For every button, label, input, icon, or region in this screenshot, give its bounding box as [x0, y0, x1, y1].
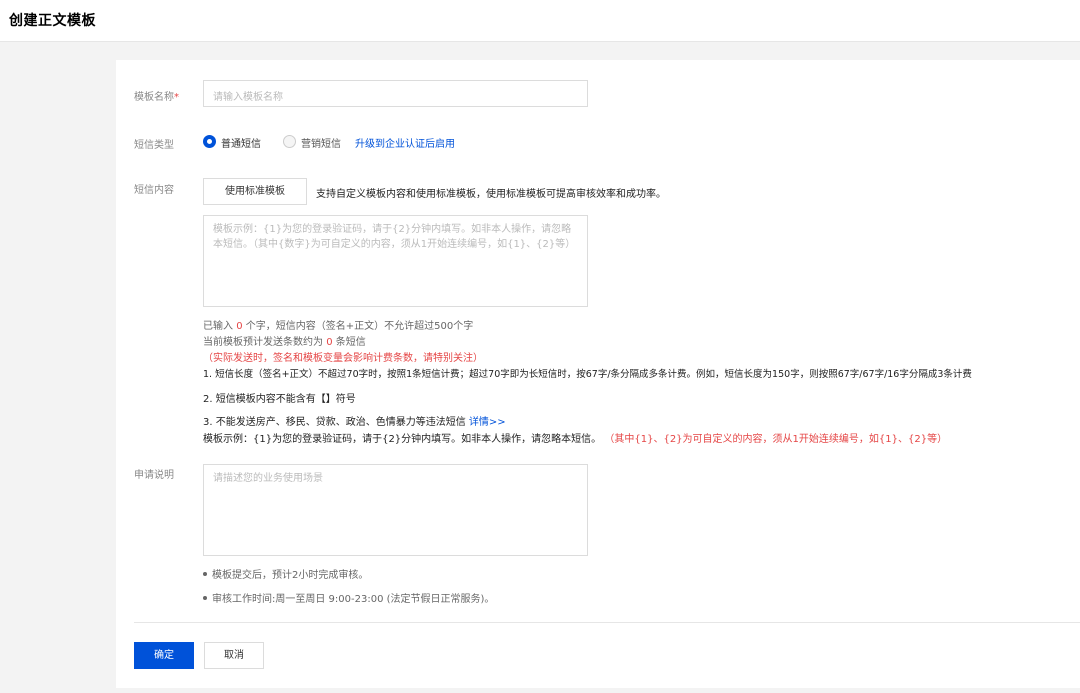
use-standard-template-button[interactable]: 使用标准模板	[203, 178, 307, 205]
cancel-button[interactable]: 取消	[204, 642, 264, 669]
confirm-button[interactable]: 确定	[134, 642, 194, 669]
bullet-dot	[203, 596, 207, 600]
sms-content-placeholder: 模板示例：{1}为您的登录验证码，请于{2}分钟内填写。如非本人操作，请忽略本短…	[213, 224, 576, 250]
radio-normal-sms-label[interactable]: 普通短信	[221, 135, 261, 150]
template-name-label: 模板名称*	[134, 92, 179, 103]
required-mark: *	[174, 92, 179, 103]
page-header: 创建正文模板	[0, 0, 1080, 42]
details-link[interactable]: 详情>>	[469, 417, 506, 428]
template-example-note: （其中{1}、{2}为可自定义的内容，须从1开始连续编号，如{1}、{2}等）	[604, 434, 948, 445]
billing-note: （实际发送时，签名和模板变量会影响计费条数，请特别关注）	[203, 353, 483, 364]
radio-marketing-sms-label[interactable]: 营销短信	[301, 135, 341, 150]
divider	[134, 622, 1080, 623]
sms-content-label: 短信内容	[134, 185, 174, 196]
standard-template-hint: 支持自定义模板内容和使用标准模板，使用标准模板可提高审核效率和成功率。	[316, 189, 666, 200]
application-textarea[interactable]: 请描述您的业务使用场景	[203, 464, 588, 556]
application-placeholder: 请描述您的业务使用场景	[213, 473, 323, 484]
rule-3: 3. 不能发送房产、移民、贷款、政治、色情暴力等违法短信 详情>>	[203, 417, 506, 428]
application-label: 申请说明	[134, 470, 174, 481]
template-example: 模板示例：{1}为您的登录验证码，请于{2}分钟内填写。如非本人操作，请忽略本短…	[203, 434, 948, 445]
bullet-dot	[203, 572, 207, 576]
upgrade-link[interactable]: 升级到企业认证后启用	[355, 135, 455, 150]
note-review-time: 模板提交后，预计2小时完成审核。	[203, 566, 368, 581]
char-count-value: 0	[236, 321, 243, 332]
template-name-input[interactable]: 请输入模板名称	[203, 80, 588, 107]
radio-normal-sms[interactable]	[203, 135, 216, 148]
char-count-text: 已输入 0 个字，短信内容（签名+正文）不允许超过500个字	[203, 321, 474, 332]
rule-1: 1. 短信长度（签名+正文）不超过70字时，按照1条短信计费；超过70字即为长短…	[203, 369, 972, 380]
rule-2: 2. 短信模板内容不能含有【】符号	[203, 394, 356, 405]
radio-marketing-sms[interactable]	[283, 135, 296, 148]
sms-content-textarea[interactable]: 模板示例：{1}为您的登录验证码，请于{2}分钟内填写。如非本人操作，请忽略本短…	[203, 215, 588, 307]
template-name-placeholder: 请输入模板名称	[213, 92, 283, 103]
estimate-text: 当前模板预计发送条数约为 0 条短信	[203, 337, 366, 348]
page-title: 创建正文模板	[9, 13, 96, 29]
sms-type-label: 短信类型	[134, 140, 174, 151]
note-working-hours: 审核工作时间:周一至周日 9:00-23:00 (法定节假日正常服务)。	[203, 590, 494, 605]
estimate-value: 0	[326, 337, 333, 348]
